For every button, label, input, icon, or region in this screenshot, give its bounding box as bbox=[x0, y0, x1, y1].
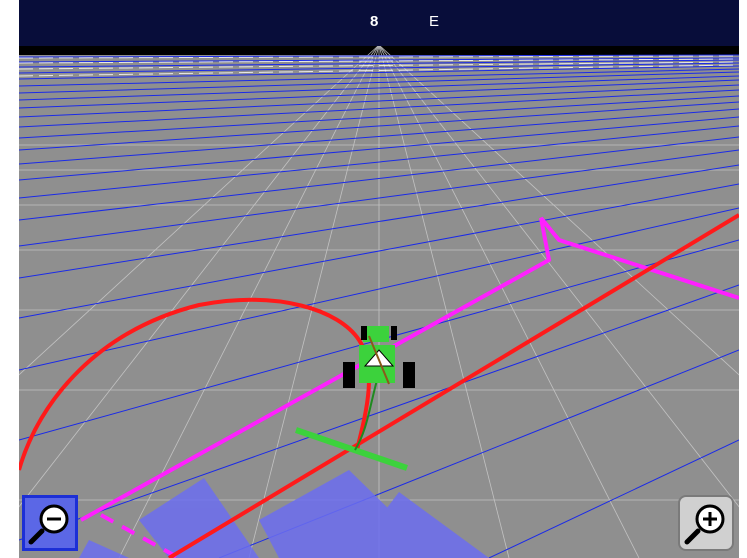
zoom-in-magnifier-icon bbox=[684, 504, 725, 545]
heading-value: 8 bbox=[370, 13, 379, 30]
status-bar: 8 E bbox=[19, 0, 739, 46]
zoom-out-magnifier-icon bbox=[28, 504, 69, 545]
zoom-out-button[interactable] bbox=[22, 495, 78, 551]
guidance-display: 8 E bbox=[19, 0, 739, 558]
zoom-in-button[interactable] bbox=[678, 495, 734, 551]
3d-field-view bbox=[19, 44, 739, 558]
heading-direction: E bbox=[429, 13, 440, 30]
